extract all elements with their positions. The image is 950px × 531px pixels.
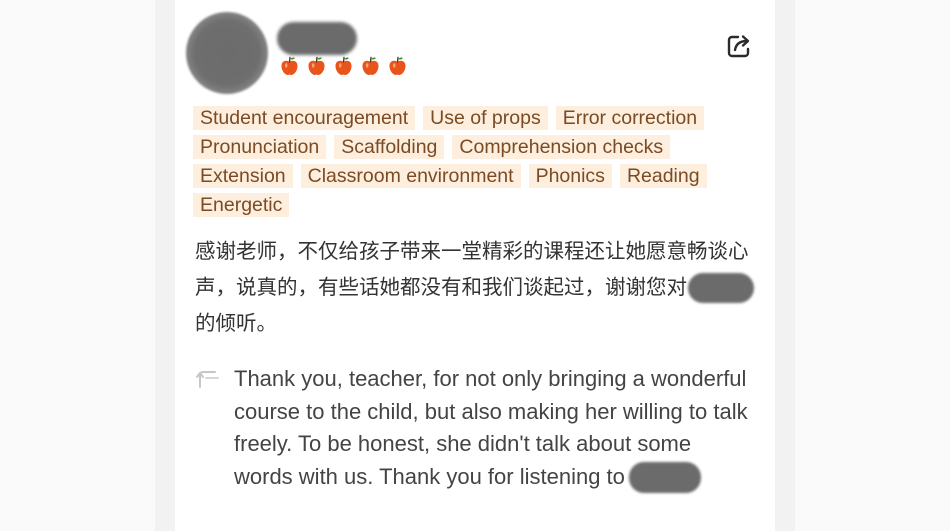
redacted-name xyxy=(688,273,754,303)
tag: Use of props xyxy=(423,106,548,130)
tag: Reading xyxy=(619,164,707,188)
avatar[interactable] xyxy=(186,12,268,94)
share-icon[interactable] xyxy=(726,33,754,59)
tag: Phonics xyxy=(528,164,612,188)
apple-icon xyxy=(307,56,326,76)
review-page: Student encouragement Use of props Error c… xyxy=(0,0,950,531)
right-margin xyxy=(775,0,795,531)
review-card: Student encouragement Use of props Error c… xyxy=(175,0,775,531)
tag: Pronunciation xyxy=(193,135,327,159)
review-text-part2: 的倾听。 xyxy=(195,311,277,335)
review-text-part1: 感谢老师，不仅给孩子带来一堂精彩的课程还让她愿意畅谈心声，说真的，有些话她都没有… xyxy=(195,239,749,299)
left-margin xyxy=(155,0,175,531)
tag: Extension xyxy=(193,164,293,188)
apple-icon xyxy=(361,56,380,76)
apple-icon xyxy=(334,56,353,76)
apple-icon xyxy=(388,56,407,76)
tag: Comprehension checks xyxy=(452,135,671,159)
tag: Student encouragement xyxy=(193,106,416,130)
review-text: 感谢老师，不仅给孩子带来一堂精彩的课程还让她愿意畅谈心声，说真的，有些话她都没有… xyxy=(195,233,755,341)
rating-apples xyxy=(280,56,407,78)
tag: Classroom environment xyxy=(300,164,521,188)
translation-text: Thank you, teacher, for not only bringin… xyxy=(234,363,754,494)
redacted-name-translation xyxy=(628,462,701,494)
tag: Energetic xyxy=(193,193,290,217)
tag: Error correction xyxy=(555,106,705,130)
translate-reply-icon xyxy=(195,365,221,391)
reviewer-name-redacted xyxy=(277,22,357,55)
tag-list: Student encouragement Use of props Error c… xyxy=(193,106,753,217)
tag: Scaffolding xyxy=(334,135,445,159)
apple-icon xyxy=(280,56,299,76)
